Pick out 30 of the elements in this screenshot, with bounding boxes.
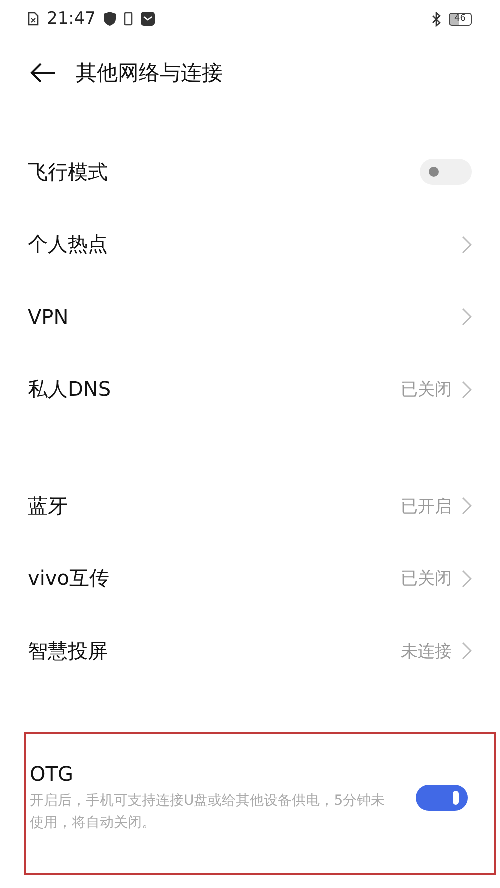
setting-value: 未连接 (401, 640, 452, 663)
back-button[interactable] (30, 63, 56, 83)
status-time: 21:47 (47, 9, 96, 29)
phone-icon (124, 12, 133, 26)
setting-description: 开启后，手机可支持连接U盘或给其他设备供电，5分钟未使用，将自动关闭。 (30, 792, 386, 833)
setting-value: 已关闭 (401, 379, 452, 402)
setting-value: 已开启 (401, 496, 452, 518)
setting-label[interactable]: 智慧投屏 (28, 638, 401, 665)
sim-icon (28, 12, 39, 26)
setting-label: OTG (30, 762, 74, 786)
chevron-icon (462, 642, 472, 660)
chevron-icon (462, 570, 472, 588)
message-icon (141, 12, 155, 26)
setting-label[interactable]: 私人DNS (28, 376, 401, 404)
toggle-switch[interactable] (416, 785, 468, 811)
bluetooth-icon (432, 12, 441, 26)
toggle-switch[interactable] (420, 159, 472, 186)
setting-value: 已关闭 (401, 568, 452, 590)
setting-label[interactable]: 蓝牙 (28, 492, 401, 520)
chevron-icon (462, 236, 472, 254)
setting-label[interactable]: vivo互传 (28, 565, 401, 592)
chevron-icon (462, 308, 472, 326)
battery-indicator: 46 (448, 12, 472, 26)
shield-icon (104, 12, 116, 26)
chevron-icon (462, 497, 472, 516)
setting-label[interactable]: 飞行模式 (28, 158, 420, 186)
setting-label[interactable]: 个人热点 (28, 231, 462, 258)
setting-label[interactable]: VPN (28, 305, 462, 330)
chevron-icon (462, 380, 472, 399)
page-title: 其他网络与连接 (76, 60, 223, 87)
